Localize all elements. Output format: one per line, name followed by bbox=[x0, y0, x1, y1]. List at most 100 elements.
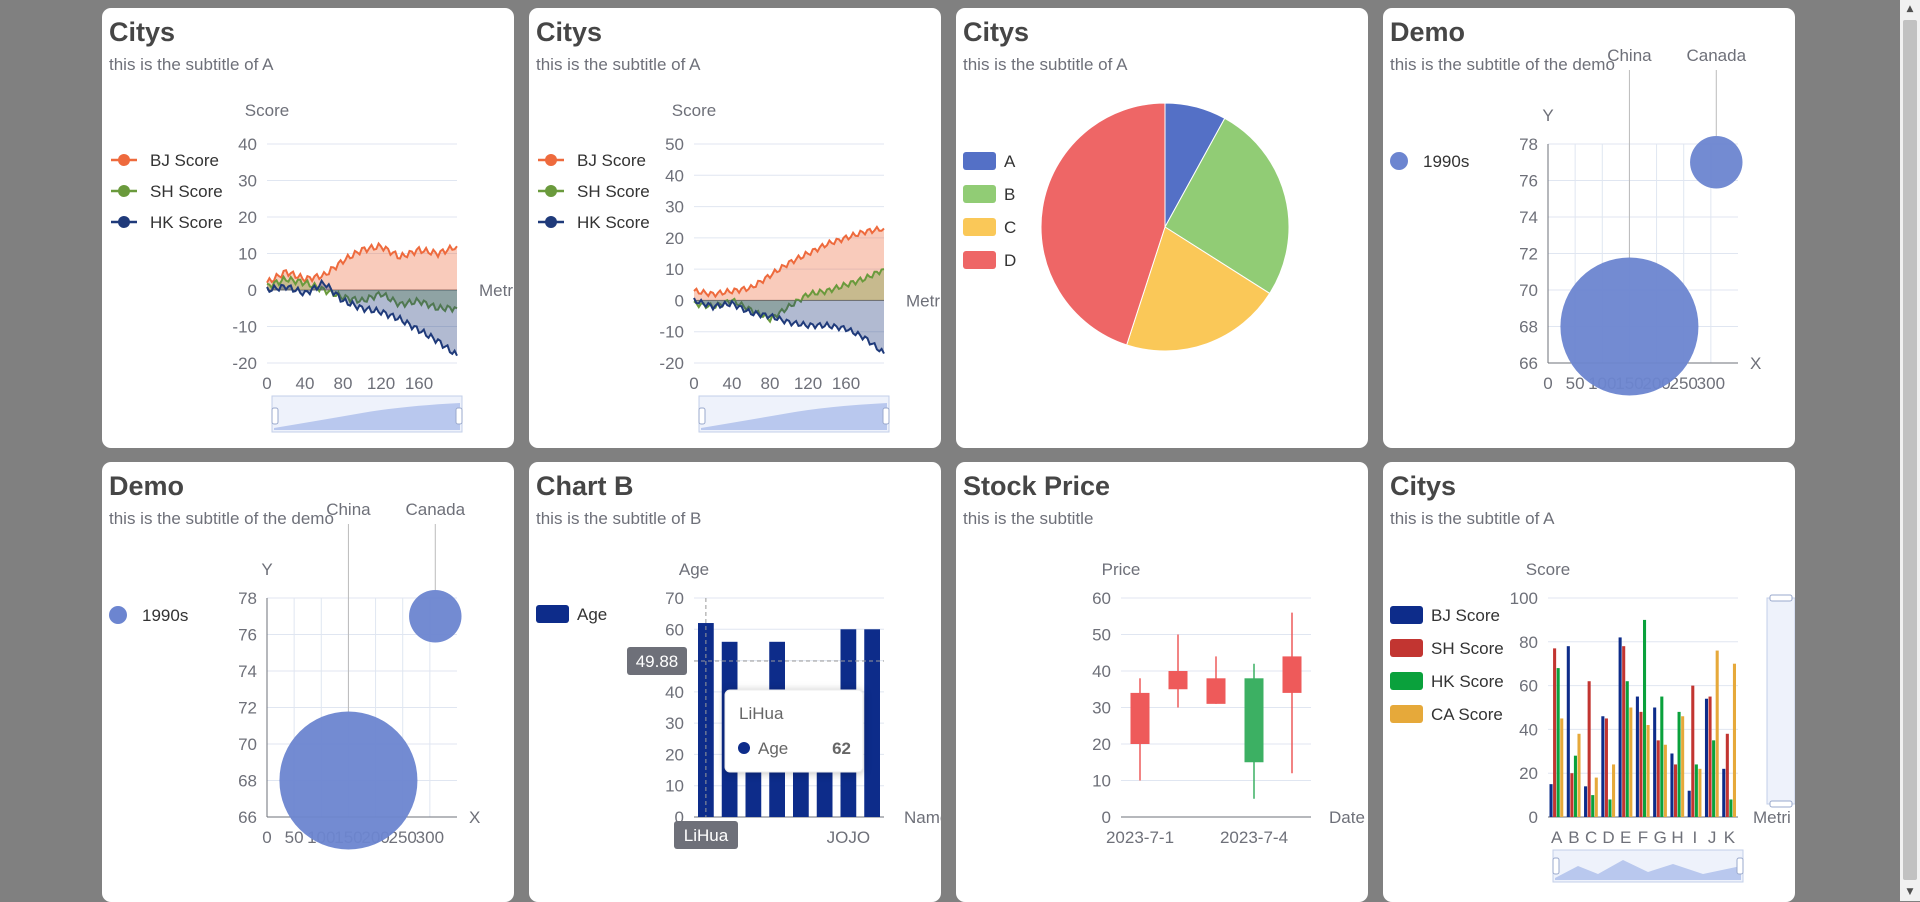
chart-card-chart-b: Chart Bthis is the subtitle of BAge70605… bbox=[529, 462, 941, 902]
page-scrollbar[interactable]: ▲ ▼ bbox=[1900, 0, 1920, 901]
bar-BJ-Score-D bbox=[1601, 716, 1605, 817]
y-tick-label: -10 bbox=[232, 318, 257, 337]
chart-card-citys-1: Citys this is the subtitle of A Score 40 30 2… bbox=[102, 8, 514, 448]
bar-HK-Score-I bbox=[1694, 764, 1698, 817]
y-tick-label: 74 bbox=[238, 662, 257, 681]
legend-label: BJ Score bbox=[577, 151, 646, 170]
bar-BJ-Score-J bbox=[1704, 698, 1709, 817]
bar-HK-Score-H bbox=[1677, 711, 1681, 817]
bar-HK-Score-E bbox=[1625, 681, 1629, 817]
bar-SH-Score-K bbox=[1725, 733, 1729, 817]
x-tick-label: JOJO bbox=[827, 828, 870, 847]
chart-svg: Citys this is the subtitle of A Score 40 30 2… bbox=[109, 17, 514, 433]
legend-marker bbox=[545, 154, 557, 166]
x-tick-label: 50 bbox=[285, 828, 304, 847]
y-tick-label: 20 bbox=[238, 208, 257, 227]
bubble-Canada bbox=[1690, 136, 1743, 189]
legend-swatch bbox=[963, 152, 996, 170]
y-tick-label: -20 bbox=[659, 354, 684, 373]
chart-svg: Demo this is the subtitle of the demo Y78 7… bbox=[109, 471, 480, 850]
candle-body-2 bbox=[1206, 678, 1226, 704]
bar-BJ-Score-C bbox=[1584, 786, 1588, 817]
bubble-label: Canada bbox=[1687, 46, 1747, 65]
x-tick-label: 160 bbox=[832, 374, 860, 393]
chart-svg: Citys this is the subtitle of A Score 50 40 3… bbox=[536, 17, 941, 433]
y-tick-label: 20 bbox=[665, 745, 684, 764]
bubble-label: China bbox=[1607, 46, 1652, 65]
bar-CA-Score-I bbox=[1698, 768, 1702, 817]
chart-subtitle: this is the subtitle of A bbox=[963, 55, 1128, 74]
datazoom-handle-right bbox=[882, 407, 890, 425]
chart-card-citys-bar: Citys this is the subtitle of A Score 100 80… bbox=[1383, 462, 1795, 902]
legend-marker bbox=[545, 216, 557, 228]
x-axis-label: Name bbox=[904, 808, 941, 827]
chart-subtitle: this is the subtitle of A bbox=[536, 55, 701, 74]
y-tick-label: 30 bbox=[1092, 699, 1111, 718]
legend-marker bbox=[118, 154, 130, 166]
y-tick-label: 72 bbox=[1519, 245, 1538, 264]
bar-BJ-Score-G bbox=[1653, 707, 1657, 817]
legend-marker bbox=[109, 606, 127, 624]
chart-subtitle: this is the subtitle of the demo bbox=[1390, 55, 1615, 74]
y-tick-label: 30 bbox=[665, 714, 684, 733]
bar-SH-Score-F bbox=[1639, 711, 1643, 817]
chart-subtitle: this is the subtitle of A bbox=[1390, 509, 1555, 528]
datazoom-handle-left bbox=[271, 407, 279, 425]
x-tick-label: 80 bbox=[761, 374, 780, 393]
x-tick-label: 160 bbox=[405, 374, 433, 393]
candle-body-4 bbox=[1282, 656, 1302, 693]
x-tick-label: F bbox=[1638, 828, 1648, 847]
x-axis-label: Metri bbox=[906, 291, 941, 310]
chart-svg: Citys this is the subtitle of A ABCD bbox=[963, 17, 1290, 352]
y-tick-label: 30 bbox=[665, 198, 684, 217]
y-tick-label: 50 bbox=[1092, 626, 1111, 645]
y-tick-label: 78 bbox=[238, 589, 257, 608]
y-tick-label: 20 bbox=[1519, 764, 1538, 783]
scroll-up-icon[interactable]: ▲ bbox=[1900, 0, 1920, 18]
datazoom-v-handle-bottom bbox=[1769, 800, 1793, 808]
x-tick-label: 300 bbox=[1697, 374, 1725, 393]
bubble-label: China bbox=[326, 500, 371, 519]
datazoom-v-handle-top bbox=[1769, 594, 1793, 602]
datazoom-vertical bbox=[1766, 597, 1795, 805]
bar-CA-Score-K bbox=[1732, 663, 1736, 817]
legend-swatch bbox=[1390, 606, 1423, 624]
legend-label: 1990s bbox=[1423, 152, 1469, 171]
x-axis-label: Date bbox=[1329, 808, 1365, 827]
legend-label: HK Score bbox=[577, 213, 650, 232]
legend-label: SH Score bbox=[1431, 639, 1504, 658]
bar-BJ-Score-I bbox=[1687, 790, 1691, 817]
bar-CA-Score-H bbox=[1681, 716, 1685, 817]
y-axis-label: Score bbox=[1526, 560, 1570, 579]
x-tick-label: G bbox=[1654, 828, 1667, 847]
y-tick-label: 68 bbox=[238, 772, 257, 791]
bar-HK-Score-F bbox=[1643, 619, 1647, 817]
y-tick-label: 50 bbox=[665, 135, 684, 154]
legend-marker bbox=[545, 185, 557, 197]
chart-svg: Demo this is the subtitle of the demo Y78 7… bbox=[1390, 17, 1761, 396]
bar-BJ-Score-F bbox=[1635, 696, 1639, 817]
x-tick-label: B bbox=[1568, 828, 1579, 847]
x-tick-label: 2023-7-4 bbox=[1220, 828, 1288, 847]
y-axis-label: Y bbox=[1542, 106, 1553, 125]
chart-svg: Citys this is the subtitle of A Score 100 80… bbox=[1390, 471, 1795, 883]
legend-label: 1990s bbox=[142, 606, 188, 625]
legend-marker bbox=[118, 185, 130, 197]
bar-BJ-Score-A bbox=[1549, 784, 1553, 817]
scroll-down-icon[interactable]: ▼ bbox=[1900, 883, 1920, 901]
y-tick-label: 10 bbox=[665, 777, 684, 796]
y-tick-label: 0 bbox=[675, 291, 684, 310]
bar-BJ-Score-B bbox=[1566, 646, 1570, 817]
bar-CA-Score-G bbox=[1663, 744, 1667, 817]
y-tick-label: 66 bbox=[1519, 354, 1538, 373]
bar-HK-Score-G bbox=[1660, 696, 1664, 817]
bar-CA-Score-J bbox=[1715, 650, 1719, 817]
bar-CA-Score-C bbox=[1594, 777, 1598, 817]
chart-svg: Stock Price this is the subtitle Price 60 50… bbox=[963, 471, 1365, 847]
y-tick-label: 60 bbox=[665, 620, 684, 639]
bar-BJ-Score-K bbox=[1722, 768, 1726, 817]
bar-SH-Score-C bbox=[1587, 681, 1591, 817]
bar-SH-Score-A bbox=[1553, 648, 1557, 817]
y-tick-label: 40 bbox=[665, 166, 684, 185]
scrollbar-thumb[interactable] bbox=[1903, 20, 1917, 880]
